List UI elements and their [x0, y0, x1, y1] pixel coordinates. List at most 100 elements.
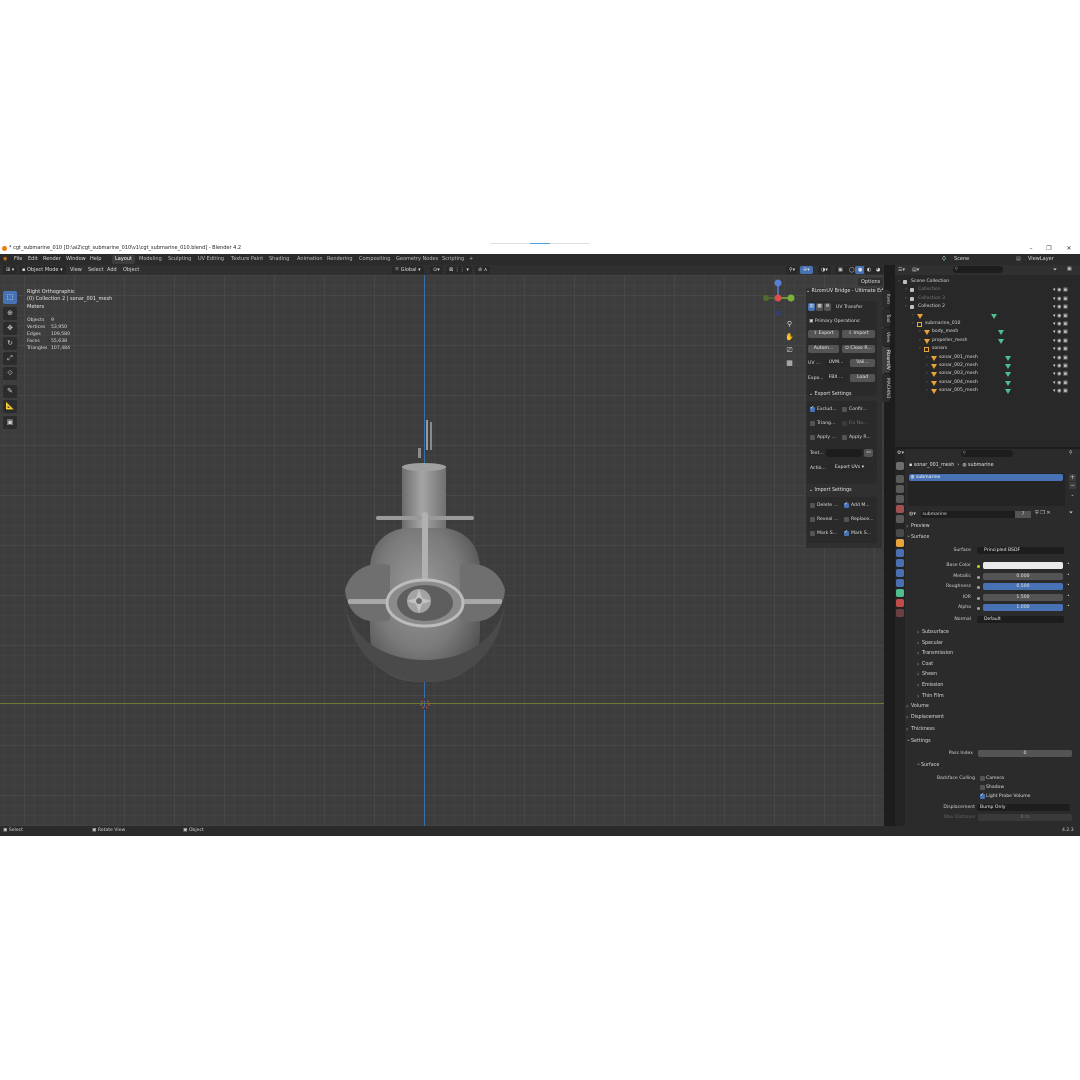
expand-chevron-icon[interactable]: › — [912, 320, 914, 328]
bsdf-subsection[interactable]: Coat — [917, 661, 933, 668]
rotate-tool[interactable]: ↻ — [3, 337, 17, 350]
expand-chevron-icon[interactable]: › — [926, 362, 928, 370]
export-button[interactable]: ⇪ Export — [808, 330, 839, 338]
visibility-toggle-icons[interactable]: ▾ ◉ ▣ — [1053, 320, 1068, 328]
expand-chevron-icon[interactable]: › — [905, 286, 907, 294]
tab-scripting[interactable]: Scripting — [439, 255, 467, 264]
outliner-row[interactable]: › sonars ▾ ◉ ▣ — [895, 345, 1080, 353]
preview-section[interactable]: Preview — [906, 523, 930, 530]
material-filter-icon[interactable]: ⏷ — [1069, 510, 1073, 516]
automatic-button[interactable]: Autom... — [808, 345, 839, 353]
zoom-icon[interactable]: ⚲ — [784, 319, 795, 330]
apply-r-checkbox[interactable] — [842, 435, 847, 440]
tab-geometry-nodes[interactable]: Geometry Nodes — [393, 255, 441, 264]
3d-viewport[interactable]: Right Orthographic (0) Collection 2 | so… — [0, 275, 884, 826]
outliner-row[interactable]: › submarine_010 ▾ ◉ ▣ — [895, 320, 1080, 328]
menu-edit[interactable]: Edit — [28, 254, 38, 265]
sidebar-tab-tool[interactable]: Tool — [882, 309, 890, 327]
add-slot-button[interactable]: + — [1069, 474, 1076, 481]
exclude-checkbox[interactable] — [810, 405, 815, 412]
menu-object[interactable]: Object — [123, 265, 139, 275]
displacement-method-selector[interactable]: Bump Only — [977, 804, 1070, 811]
keyframe-dot-icon[interactable]: • — [1067, 594, 1070, 599]
options-button[interactable]: Options — [858, 278, 884, 286]
bsdf-subsection[interactable]: Subsurface — [917, 629, 949, 636]
volume-section[interactable]: Volume — [906, 703, 929, 710]
mesh-data-icon[interactable] — [998, 338, 1004, 344]
mesh-data-icon[interactable] — [1005, 364, 1011, 369]
shading-rendered-button[interactable]: ◕ — [873, 266, 884, 274]
add-material-checkbox[interactable] — [844, 501, 849, 508]
xray-toggle[interactable]: ▣ — [835, 266, 846, 274]
menu-window[interactable]: Window — [66, 254, 86, 265]
validate-button[interactable]: Vali... — [850, 359, 875, 367]
add-cube-tool[interactable]: ▣ — [3, 416, 17, 429]
expand-chevron-icon[interactable]: › — [926, 379, 928, 387]
select-box-tool[interactable]: ⬚ — [3, 291, 17, 304]
outliner-search-input[interactable]: ⚲ — [953, 266, 1003, 273]
world-tab-icon[interactable] — [896, 515, 904, 523]
confirm-checkbox[interactable] — [842, 407, 847, 412]
new-collection-icon[interactable]: ▣ — [1067, 266, 1072, 272]
input-socket-icon[interactable] — [977, 607, 980, 611]
remove-slot-button[interactable]: − — [1069, 482, 1076, 489]
export-format-selector[interactable]: FBX ... — [825, 374, 847, 382]
expand-chevron-icon[interactable]: › — [926, 387, 928, 395]
outliner-row[interactable]: › sonar_003_mesh ▾ ◉ ▣ — [895, 370, 1080, 378]
mesh-data-icon[interactable] — [1005, 389, 1011, 395]
visibility-toggle-icons[interactable]: ▾ ◉ ▣ — [1053, 337, 1068, 345]
expand-chevron-icon[interactable]: › — [905, 295, 907, 303]
outliner-row[interactable]: › Scene Collection — [895, 278, 1080, 286]
bsdf-subsection[interactable]: Specular — [917, 640, 943, 647]
folder-icon[interactable]: ▭ — [864, 449, 873, 457]
close-button[interactable]: ✕ — [1064, 243, 1074, 254]
collection-tab-icon[interactable] — [896, 529, 904, 537]
view-layer-tab-icon[interactable] — [896, 495, 904, 503]
material-browse-icon[interactable]: ◍▾ — [909, 511, 916, 517]
export-settings-header[interactable]: ⌄ Export Settings — [809, 392, 851, 397]
add-workspace-button[interactable]: + — [466, 255, 476, 264]
expand-chevron-icon[interactable]: › — [919, 345, 921, 353]
mesh-data-icon[interactable] — [1005, 380, 1011, 386]
surface-section[interactable]: Surface — [906, 532, 929, 540]
keyframe-dot-icon[interactable]: • — [1067, 562, 1070, 567]
visibility-toggle-icons[interactable]: ▾ ◉ ▣ — [1053, 328, 1068, 336]
action-selector[interactable]: Export UVs ▾ — [826, 464, 873, 472]
minimize-button[interactable]: – — [1026, 243, 1036, 254]
submarine-model[interactable] — [330, 420, 520, 700]
visibility-toggle-icons[interactable]: ▾ ◉ ▣ — [1053, 354, 1068, 362]
sidebar-tab-view[interactable]: View — [882, 328, 890, 346]
ortho-grid-icon[interactable]: ▦ — [784, 358, 795, 369]
mode-selector[interactable]: ▪ Object Mode ▾ — [19, 266, 66, 274]
outliner-row[interactable]: › sonar_001_mesh ▾ ◉ ▣ — [895, 354, 1080, 362]
tab-shading[interactable]: Shading — [266, 255, 292, 264]
sidebar-tab-item[interactable]: Item — [882, 290, 890, 308]
expand-chevron-icon[interactable]: › — [912, 312, 914, 320]
material-property-field[interactable]: 0.500 — [983, 583, 1063, 591]
visibility-toggle-icons[interactable]: ▾ ◉ ▣ — [1053, 303, 1068, 311]
tab-compositing[interactable]: Compositing — [356, 255, 393, 264]
load-button[interactable]: Load — [850, 374, 875, 382]
visibility-toggle-icons[interactable]: ▾ ◉ ▣ — [1053, 370, 1068, 378]
input-socket-icon[interactable] — [977, 565, 980, 568]
output-tab-icon[interactable] — [896, 485, 904, 493]
visibility-toggle-icons[interactable]: ▾ ◉ ▣ — [1053, 345, 1068, 353]
close-rizom-button[interactable]: ⏻ Close R... — [842, 345, 875, 353]
material-slot-row[interactable]: ◍ submarine — [909, 474, 1063, 481]
import-button[interactable]: ⇩ Import — [842, 330, 875, 338]
material-property-field[interactable]: 0.000 — [983, 572, 1063, 580]
outliner-editor-icon[interactable]: ☰▾ — [898, 267, 905, 273]
expand-chevron-icon[interactable]: › — [919, 337, 921, 345]
sidebar-tab-machin3[interactable]: MACHIN3 — [882, 374, 890, 402]
outliner-row[interactable]: › sonar_004_mesh ▾ ◉ ▣ — [895, 379, 1080, 387]
properties-editor-icon[interactable]: ⚙▾ — [897, 450, 904, 456]
expand-chevron-icon[interactable]: › — [919, 328, 921, 336]
outliner-row[interactable]: › body_mesh ▾ ◉ ▣ — [895, 328, 1080, 336]
menu-file[interactable]: File — [14, 254, 22, 265]
bsdf-subsection[interactable]: Sheen — [917, 671, 937, 678]
delete-checkbox[interactable] — [810, 503, 815, 508]
input-socket-icon[interactable] — [977, 596, 980, 600]
surface-shader-selector[interactable]: Principled BSDF — [977, 547, 1064, 554]
rizom-panel-title[interactable]: ⌄ RizomUV Bridge - Ultimate Ed — [806, 289, 883, 294]
mesh-data-icon[interactable] — [998, 330, 1004, 336]
